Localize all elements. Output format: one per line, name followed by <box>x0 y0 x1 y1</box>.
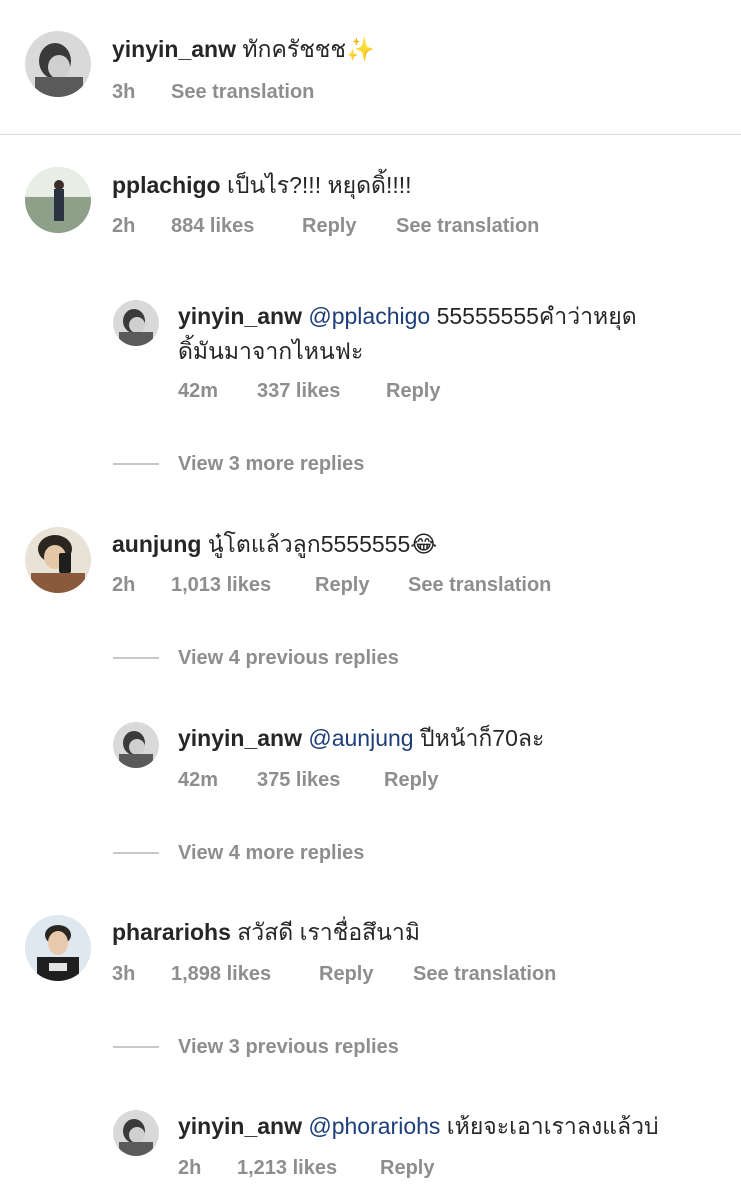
username[interactable]: yinyin_anw <box>178 303 302 329</box>
reply-button[interactable]: Reply <box>302 215 356 238</box>
comment-body: เป็นไร?!!! หยุดดิ้!!!! <box>227 172 412 198</box>
view-more-replies-button[interactable]: View 4 more replies <box>178 842 364 865</box>
avatar[interactable] <box>113 1110 159 1156</box>
see-translation-button[interactable]: See translation <box>413 963 556 986</box>
comment-meta: 2h 1,013 likes Reply See translation <box>112 574 732 600</box>
reply-meta: 42m 375 likes Reply <box>178 769 678 795</box>
comment-meta: 3h See translation <box>112 81 712 107</box>
comment-meta: 2h 884 likes Reply See translation <box>112 215 732 241</box>
timestamp: 42m <box>178 769 219 791</box>
mention-link[interactable]: @aunjung <box>308 725 413 751</box>
reply-body: 55555555คำว่าหยุด <box>436 303 637 329</box>
reply-text: yinyin_anw @aunjung ปีหน้าก็70ละ <box>178 723 544 753</box>
reply-text: yinyin_anw @pplachigo 55555555คำว่าหยุด <box>178 301 637 331</box>
username[interactable]: yinyin_anw <box>112 36 236 62</box>
likes-count[interactable]: 337 likes <box>257 380 340 403</box>
comment-text: yinyin_anw ทักครัชชช✨ <box>112 34 375 64</box>
view-more-replies-button[interactable]: View 3 more replies <box>178 453 364 476</box>
reply-meta: 2h 1,213 likes Reply <box>178 1157 678 1183</box>
timestamp: 2h <box>112 574 136 596</box>
timestamp: 3h <box>112 81 136 103</box>
see-translation-button[interactable]: See translation <box>171 81 314 104</box>
thread-line <box>113 657 159 659</box>
laughing-emoji-icon: 😂 <box>410 531 438 557</box>
reply-button[interactable]: Reply <box>319 963 373 986</box>
avatar[interactable] <box>25 915 91 981</box>
comment-text: pharariohs สวัสดี เราชื่อสึนามิ <box>112 917 420 947</box>
comment-text: pplachigo เป็นไร?!!! หยุดดิ้!!!! <box>112 170 412 200</box>
username[interactable]: yinyin_anw <box>178 1113 302 1139</box>
timestamp: 42m <box>178 380 219 402</box>
reply-meta: 42m 337 likes Reply <box>178 380 678 406</box>
see-translation-button[interactable]: See translation <box>396 215 539 238</box>
timestamp: 2h <box>112 215 136 237</box>
comment-body: สวัสดี เราชื่อสึนามิ <box>237 919 420 945</box>
username[interactable]: pplachigo <box>112 172 221 198</box>
comment-body: ทักครัชชช <box>242 36 347 62</box>
username[interactable]: pharariohs <box>112 919 231 945</box>
view-previous-replies-button[interactable]: View 4 previous replies <box>178 647 399 670</box>
reply-button[interactable]: Reply <box>386 380 440 403</box>
mention-link[interactable]: @phorariohs <box>308 1113 440 1139</box>
comment-meta: 3h 1,898 likes Reply See translation <box>112 963 732 989</box>
likes-count[interactable]: 1,013 likes <box>171 574 271 597</box>
thread-line <box>113 852 159 854</box>
avatar[interactable] <box>113 722 159 768</box>
likes-count[interactable]: 1,898 likes <box>171 963 271 986</box>
avatar[interactable] <box>113 300 159 346</box>
see-translation-button[interactable]: See translation <box>408 574 551 597</box>
avatar[interactable] <box>25 527 91 593</box>
reply-body: ดิ้มันมาจากไหนฟะ <box>178 338 364 364</box>
thread-line <box>113 463 159 465</box>
avatar[interactable] <box>25 31 91 97</box>
avatar[interactable] <box>25 167 91 233</box>
likes-count[interactable]: 1,213 likes <box>237 1157 337 1180</box>
username[interactable]: aunjung <box>112 531 201 557</box>
reply-body: ปีหน้าก็70ละ <box>419 725 545 751</box>
timestamp: 2h <box>178 1157 202 1179</box>
view-previous-replies-button[interactable]: View 3 previous replies <box>178 1036 399 1059</box>
comment-body: นู๋โตแล้วลูก5555555 <box>207 531 411 557</box>
reply-button[interactable]: Reply <box>380 1157 434 1180</box>
sparkles-emoji-icon: ✨ <box>346 36 375 62</box>
thread-line <box>113 1046 159 1048</box>
divider <box>0 134 741 135</box>
reply-button[interactable]: Reply <box>384 769 438 792</box>
likes-count[interactable]: 375 likes <box>257 769 340 792</box>
reply-button[interactable]: Reply <box>315 574 369 597</box>
mention-link[interactable]: @pplachigo <box>308 303 430 329</box>
username[interactable]: yinyin_anw <box>178 725 302 751</box>
comment-text: aunjung นู๋โตแล้วลูก5555555😂 <box>112 529 437 559</box>
likes-count[interactable]: 884 likes <box>171 215 254 238</box>
reply-text-continued: ดิ้มันมาจากไหนฟะ <box>178 336 363 366</box>
timestamp: 3h <box>112 963 136 985</box>
reply-body: เห้ยจะเอาเราลงแล้วบ่ <box>446 1113 659 1139</box>
reply-text: yinyin_anw @phorariohs เห้ยจะเอาเราลงแล้… <box>178 1111 659 1141</box>
